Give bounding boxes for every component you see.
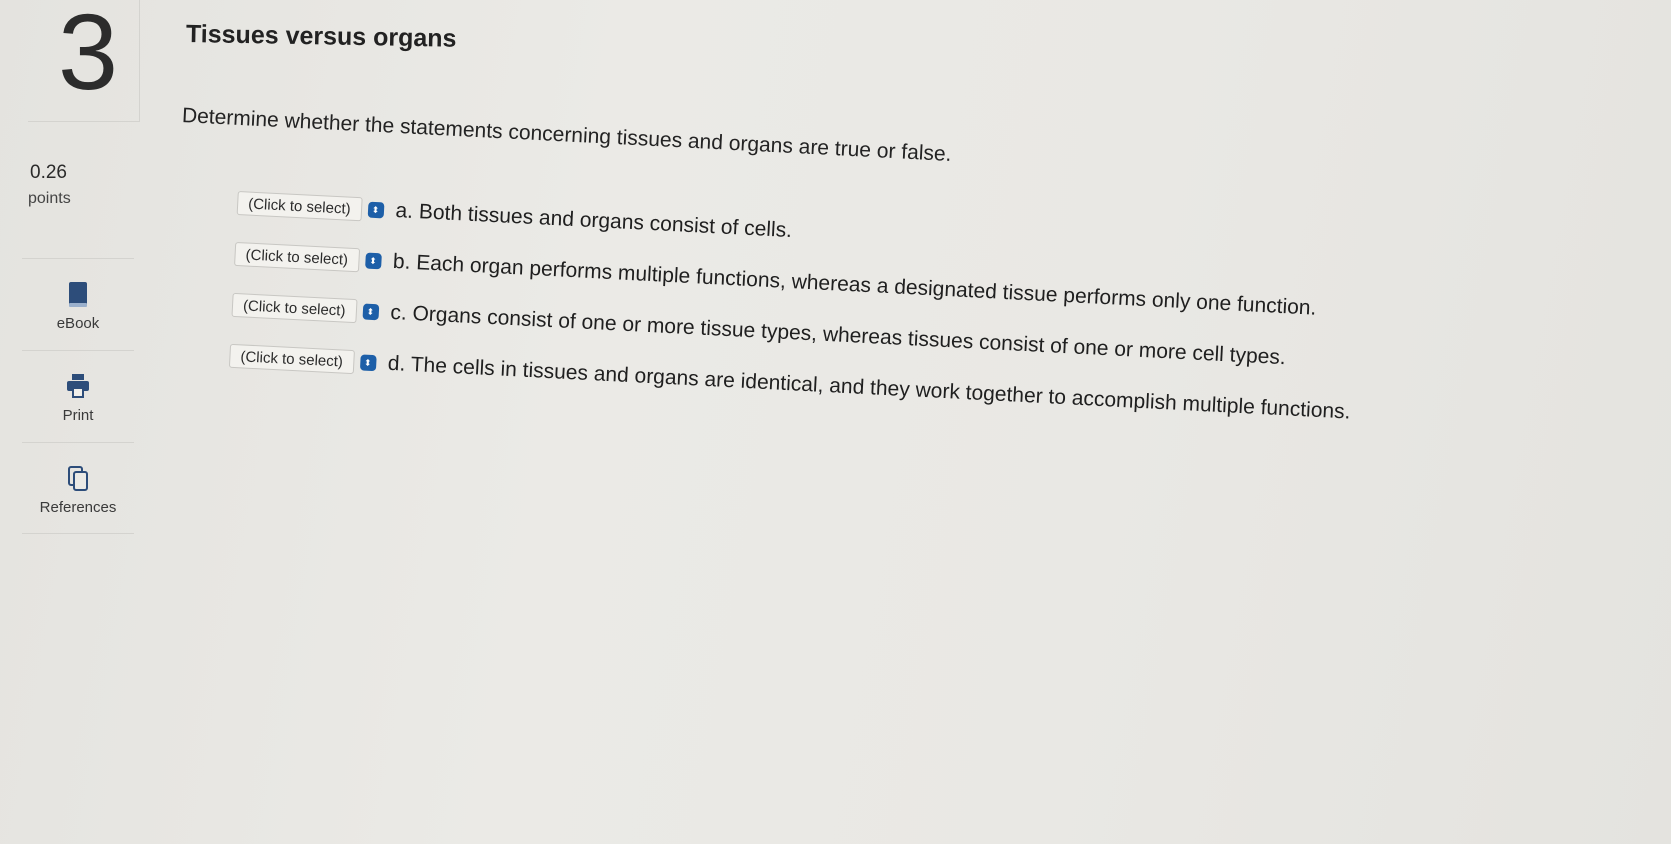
select-value-a: (Click to select) <box>247 195 352 218</box>
printer-icon <box>67 374 89 398</box>
true-false-select-d[interactable]: (Click to select) <box>228 343 355 375</box>
ebook-button[interactable]: eBook <box>22 258 134 350</box>
select-arrows-icon[interactable]: ⬍ <box>364 252 382 270</box>
points-value: 0.26 <box>30 162 67 183</box>
true-false-select-c[interactable]: (Click to select) <box>231 292 358 324</box>
ebook-label: eBook <box>56 315 100 332</box>
true-false-select-a[interactable]: (Click to select) <box>236 190 363 222</box>
book-icon <box>69 282 87 307</box>
select-value-b: (Click to select) <box>245 245 349 269</box>
statement-text-a: a. Both tissues and organs consist of ce… <box>395 199 793 243</box>
copy-icon <box>68 466 88 491</box>
statement-list: (Click to select) ⬍ a. Both tissues and … <box>228 188 1359 449</box>
true-false-select-b[interactable]: (Click to select) <box>234 241 360 273</box>
references-button[interactable]: References <box>22 442 134 534</box>
select-arrows-icon[interactable]: ⬍ <box>359 354 377 372</box>
question-title: Tissues versus organs <box>185 20 457 53</box>
select-arrows-icon[interactable]: ⬍ <box>367 201 384 219</box>
points-label: points <box>28 190 71 207</box>
side-tools: eBook Print References <box>22 258 134 534</box>
select-arrows-icon[interactable]: ⬍ <box>362 303 379 321</box>
print-button[interactable]: Print <box>22 350 134 442</box>
select-value-c: (Click to select) <box>242 296 346 320</box>
print-label: Print <box>62 407 94 424</box>
question-number: 3 <box>58 0 119 112</box>
question-instruction: Determine whether the statements concern… <box>181 104 953 166</box>
references-label: References <box>39 499 117 516</box>
select-value-d: (Click to select) <box>240 347 344 371</box>
question-number-box: 3 <box>28 0 140 122</box>
